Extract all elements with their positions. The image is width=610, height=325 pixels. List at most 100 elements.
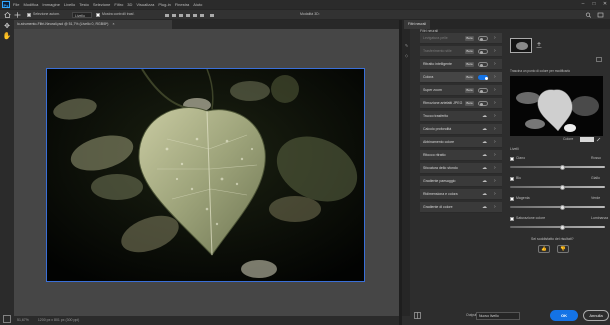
filter-toggle[interactable]: [478, 62, 488, 67]
slider-knob[interactable]: [559, 204, 565, 210]
slider-track[interactable]: [510, 206, 605, 208]
cloud-download-icon[interactable]: ☁: [482, 191, 487, 197]
slider-knob[interactable]: [559, 224, 565, 230]
chevron-right-icon[interactable]: ›: [494, 163, 496, 174]
filter-row[interactable]: Super zoom Beta ›: [420, 85, 502, 96]
menu-file[interactable]: File: [13, 2, 19, 7]
minimize-icon[interactable]: –: [578, 0, 588, 9]
zoom-level[interactable]: 51,67%: [17, 318, 29, 322]
filter-row[interactable]: Calcolo profondità ☁ ›: [420, 124, 502, 135]
menu-plugins[interactable]: Plug-in: [158, 2, 170, 7]
search-icon[interactable]: [585, 12, 592, 18]
slider-checkbox[interactable]: [510, 177, 514, 181]
filter-toggle[interactable]: [478, 75, 488, 80]
chevron-right-icon[interactable]: ›: [494, 59, 496, 70]
thumbs-up-icon[interactable]: 👍: [538, 245, 550, 253]
filter-toggle[interactable]: [478, 88, 488, 93]
menu-help[interactable]: Aiuto: [193, 2, 202, 7]
eraser-icon[interactable]: ◇: [404, 53, 409, 58]
output-select[interactable]: Nuovo livello: [476, 312, 520, 320]
color-swatch[interactable]: [580, 137, 594, 142]
filter-row[interactable]: Colora Beta ›: [420, 72, 502, 83]
home-icon[interactable]: [4, 12, 11, 18]
filter-row[interactable]: Rimozione artefatti JPEG Beta ›: [420, 98, 502, 109]
chevron-right-icon[interactable]: ›: [494, 111, 496, 122]
cloud-download-icon[interactable]: ☁: [482, 165, 487, 171]
filter-row[interactable]: Levigatura pelle Beta ›: [420, 33, 502, 44]
filter-row[interactable]: Trucco trasferito ☁ ›: [420, 111, 502, 122]
filter-toggle[interactable]: [478, 101, 488, 106]
share-icon[interactable]: [597, 12, 604, 18]
filter-row[interactable]: Sfocatura dello sfondo ☁ ›: [420, 163, 502, 174]
folder-icon[interactable]: [596, 56, 602, 62]
slider-knob[interactable]: [559, 164, 565, 170]
filter-row[interactable]: Ridimensiona e colora ☁ ›: [420, 189, 502, 200]
layers-icon[interactable]: [414, 312, 421, 319]
close-icon[interactable]: ✕: [600, 0, 610, 9]
chevron-right-icon[interactable]: ›: [494, 85, 496, 96]
slider-track[interactable]: [510, 226, 605, 228]
chevron-right-icon[interactable]: ›: [494, 137, 496, 148]
document-tab[interactable]: lo-strumento-Filtri-Neurali.psd @ 51,7% …: [14, 20, 172, 29]
menu-edit[interactable]: Modifica: [23, 2, 38, 7]
colorize-preview[interactable]: [510, 76, 603, 136]
upload-icon[interactable]: [536, 42, 542, 48]
maximize-icon[interactable]: □: [589, 0, 599, 9]
slider-checkbox[interactable]: [510, 197, 514, 201]
move-tool-icon[interactable]: [14, 12, 21, 18]
menu-3d[interactable]: 3D: [127, 2, 132, 7]
chevron-right-icon[interactable]: ›: [494, 124, 496, 135]
filter-row[interactable]: Ritratto intelligente Beta ›: [420, 59, 502, 70]
cloud-download-icon[interactable]: ☁: [482, 126, 487, 132]
move-tool-icon[interactable]: ✥: [2, 22, 12, 31]
filter-row[interactable]: Abbinamento colore ☁ ›: [420, 137, 502, 148]
chevron-right-icon[interactable]: ›: [494, 46, 496, 57]
slider-track[interactable]: [510, 186, 605, 188]
document-tab-title: lo-strumento-Filtri-Neurali.psd @ 51,7% …: [17, 22, 109, 26]
cancel-button[interactable]: Annulla: [583, 310, 609, 321]
filter-toggle[interactable]: [478, 36, 488, 41]
slider-knob[interactable]: [559, 184, 565, 190]
chevron-right-icon[interactable]: ›: [494, 150, 496, 161]
chevron-right-icon[interactable]: ›: [494, 98, 496, 109]
eyedropper-icon[interactable]: [596, 137, 601, 142]
ok-button[interactable]: OK: [550, 310, 578, 321]
hand-tool-icon[interactable]: ✋: [2, 32, 12, 41]
show-transform-checkbox[interactable]: [96, 13, 100, 17]
menu-window[interactable]: Finestra: [175, 2, 189, 7]
tab-neural-filters[interactable]: Filtri neurali: [404, 20, 430, 29]
chevron-right-icon[interactable]: ›: [494, 33, 496, 44]
menu-view[interactable]: Visualizza: [136, 2, 154, 7]
menu-type[interactable]: Testo: [79, 2, 89, 7]
slider-track[interactable]: [510, 166, 605, 168]
layer-select-dropdown[interactable]: Livello: [72, 12, 92, 18]
menu-select[interactable]: Selezione: [93, 2, 111, 7]
slider-checkbox[interactable]: [510, 217, 514, 221]
cloud-download-icon[interactable]: ☁: [482, 204, 487, 210]
menu-layer[interactable]: Livello: [64, 2, 75, 7]
chevron-right-icon[interactable]: ›: [494, 176, 496, 187]
align-icons[interactable]: [165, 13, 225, 18]
menu-image[interactable]: Immagine: [42, 2, 60, 7]
filter-row[interactable]: Gradiente di colore ☁ ›: [420, 202, 502, 213]
filter-row[interactable]: Trasferimento stile Beta ›: [420, 46, 502, 57]
cloud-download-icon[interactable]: ☁: [482, 178, 487, 184]
reference-thumbnail[interactable]: [510, 38, 532, 53]
chevron-right-icon[interactable]: ›: [494, 202, 496, 213]
document-image[interactable]: [46, 68, 365, 282]
thumbs-down-icon[interactable]: 👎: [557, 245, 569, 253]
menu-filter[interactable]: Filtro: [114, 2, 123, 7]
auto-select-checkbox[interactable]: [27, 13, 31, 17]
brush-icon[interactable]: ✎: [404, 43, 409, 48]
cloud-download-icon[interactable]: ☁: [482, 152, 487, 158]
slider-checkbox[interactable]: [510, 157, 514, 161]
cloud-download-icon[interactable]: ☁: [482, 113, 487, 119]
chevron-right-icon[interactable]: ›: [494, 189, 496, 200]
cloud-download-icon[interactable]: ☁: [482, 139, 487, 145]
filter-row[interactable]: Ritocco ritratto ☁ ›: [420, 150, 502, 161]
document-tab-close-icon[interactable]: ×: [112, 22, 114, 26]
screen-mode-icon[interactable]: [3, 315, 11, 323]
chevron-right-icon[interactable]: ›: [494, 72, 496, 83]
filter-row[interactable]: Gradiente paesaggio ☁ ›: [420, 176, 502, 187]
filter-toggle[interactable]: [478, 49, 488, 54]
